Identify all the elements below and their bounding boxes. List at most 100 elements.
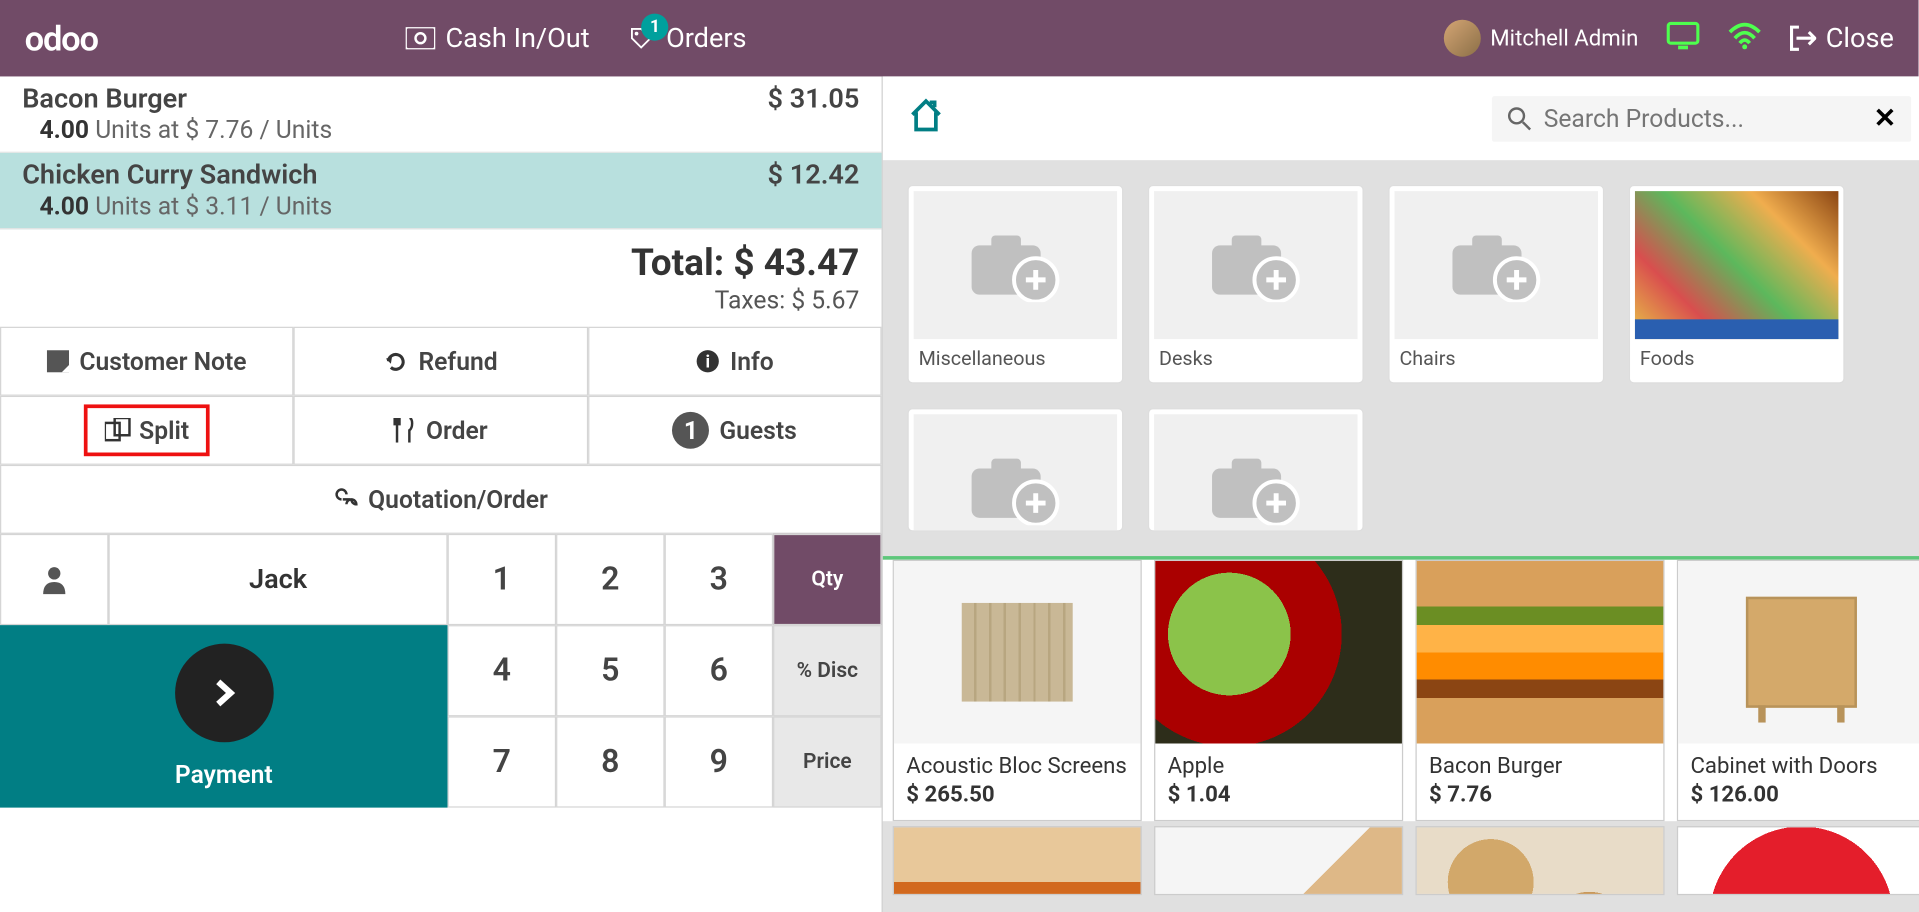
line-detail: 4.00 Units at $ 3.11 / Units <box>22 191 859 221</box>
person-icon <box>41 565 68 595</box>
order-line[interactable]: Chicken Curry Sandwich $ 12.42 4.00 Unit… <box>0 153 882 229</box>
product-price: $ 7.76 <box>1417 782 1664 820</box>
customer-note-button[interactable]: Customer Note <box>0 327 294 396</box>
note-icon <box>47 350 69 372</box>
numpad-9[interactable]: 9 <box>665 716 774 807</box>
logout-icon <box>1789 25 1816 52</box>
payment-button[interactable]: Payment <box>0 625 448 807</box>
search-input[interactable] <box>1544 104 1862 134</box>
undo-icon <box>384 349 409 374</box>
line-total: $ 12.42 <box>767 160 859 191</box>
numpad-3[interactable]: 3 <box>665 534 774 625</box>
numpad-8[interactable]: 8 <box>556 716 665 807</box>
user-name: Mitchell Admin <box>1490 25 1638 51</box>
mode-disc-button[interactable]: % Disc <box>773 625 882 716</box>
order-totals: Total: $ 43.47 Taxes: $ 5.67 <box>0 229 882 326</box>
product-name: Bacon Burger <box>1417 743 1664 781</box>
category-miscellaneous[interactable]: Miscellaneous <box>907 185 1123 384</box>
product-name: Apple <box>1155 743 1402 781</box>
category-item[interactable] <box>1148 408 1364 531</box>
guests-button[interactable]: 1 Guests <box>588 396 882 465</box>
product-bacon-burger[interactable]: Bacon Burger $ 7.76 <box>1415 560 1664 821</box>
product-cabinet-with-doors[interactable]: Cabinet with Doors $ 126.00 <box>1677 560 1919 821</box>
product-price: $ 126.00 <box>1678 782 1919 820</box>
numpad-1[interactable]: 1 <box>448 534 557 625</box>
taxes-value: $ 5.67 <box>791 285 859 315</box>
category-label: Desks <box>1154 339 1357 377</box>
split-icon <box>105 418 132 443</box>
monitor-icon[interactable] <box>1665 21 1700 56</box>
user-menu[interactable]: Mitchell Admin <box>1443 20 1638 57</box>
search-icon <box>1507 106 1532 131</box>
wifi-icon[interactable] <box>1727 22 1762 54</box>
numpad-7[interactable]: 7 <box>448 716 557 807</box>
product-name: Cabinet with Doors <box>1678 743 1919 781</box>
line-detail: 4.00 Units at $ 7.76 / Units <box>22 115 859 145</box>
guests-count: 1 <box>672 412 709 449</box>
product-name: Acoustic Bloc Screens <box>894 743 1141 781</box>
category-chairs[interactable]: Chairs <box>1388 185 1604 384</box>
cutlery-icon <box>394 418 416 443</box>
category-label: Foods <box>1635 339 1838 377</box>
home-icon[interactable] <box>907 97 944 140</box>
product-image <box>1678 561 1919 743</box>
numpad-4[interactable]: 4 <box>448 625 557 716</box>
close-label: Close <box>1826 23 1894 54</box>
split-button[interactable]: Split <box>0 396 294 465</box>
numpad-2[interactable]: 2 <box>556 534 665 625</box>
customer-name-button[interactable]: Jack <box>109 534 448 625</box>
order-button[interactable]: Order <box>294 396 588 465</box>
order-line[interactable]: Bacon Burger $ 31.05 4.00 Units at $ 7.7… <box>0 76 882 152</box>
line-name: Bacon Burger <box>22 84 187 115</box>
clear-search-button[interactable]: ✕ <box>1874 103 1897 134</box>
product-grid-row2 <box>883 821 1919 900</box>
cash-label: Cash In/Out <box>445 23 589 54</box>
svg-text:i: i <box>706 352 711 372</box>
category-foods[interactable]: Foods <box>1629 185 1845 384</box>
product-item[interactable] <box>1677 826 1919 895</box>
product-image <box>1155 561 1402 743</box>
product-image <box>1417 561 1664 743</box>
refund-button[interactable]: Refund <box>294 327 588 396</box>
cash-in-out-button[interactable]: Cash In/Out <box>406 23 590 54</box>
category-item[interactable] <box>907 408 1123 531</box>
product-pane: ✕ Miscellaneous Desks Chairs Foods <box>883 76 1919 912</box>
product-item[interactable] <box>1415 826 1664 895</box>
product-image <box>1678 827 1919 895</box>
chevron-right-icon <box>174 644 273 743</box>
link-icon <box>334 487 359 512</box>
product-price: $ 265.50 <box>894 782 1141 820</box>
orders-badge: 1 <box>641 13 668 40</box>
category-desks[interactable]: Desks <box>1148 185 1364 384</box>
product-price: $ 1.04 <box>1155 782 1402 820</box>
category-grid: Miscellaneous Desks Chairs Foods <box>883 160 1919 559</box>
product-image <box>1155 827 1402 895</box>
product-image <box>894 561 1141 743</box>
cash-icon <box>406 27 436 49</box>
info-button[interactable]: i Info <box>588 327 882 396</box>
numpad-6[interactable]: 6 <box>665 625 774 716</box>
avatar <box>1443 20 1480 57</box>
numpad-5[interactable]: 5 <box>556 625 665 716</box>
line-name: Chicken Curry Sandwich <box>22 160 317 191</box>
product-image <box>1417 827 1664 895</box>
payment-label: Payment <box>175 760 273 790</box>
search-input-wrap: ✕ <box>1492 96 1911 142</box>
info-icon: i <box>696 349 721 374</box>
app-header: odoo Cash In/Out 1 Orders Mitchell Admin… <box>0 0 1919 76</box>
orders-button[interactable]: 1 Orders <box>627 23 747 54</box>
product-apple[interactable]: Apple $ 1.04 <box>1154 560 1403 821</box>
product-item[interactable] <box>893 826 1142 895</box>
close-button[interactable]: Close <box>1789 23 1894 54</box>
product-item[interactable] <box>1154 826 1403 895</box>
category-label: Chairs <box>1395 339 1598 377</box>
mode-qty-button[interactable]: Qty <box>773 534 882 625</box>
line-total: $ 31.05 <box>767 84 859 115</box>
search-bar: ✕ <box>883 76 1919 160</box>
logo: odoo <box>25 18 98 59</box>
customer-icon-button[interactable] <box>0 534 109 625</box>
mode-price-button[interactable]: Price <box>773 716 882 807</box>
quotation-button[interactable]: Quotation/Order <box>0 465 882 534</box>
product-image <box>894 827 1141 895</box>
product-acoustic-bloc-screens[interactable]: Acoustic Bloc Screens $ 265.50 <box>893 560 1142 821</box>
